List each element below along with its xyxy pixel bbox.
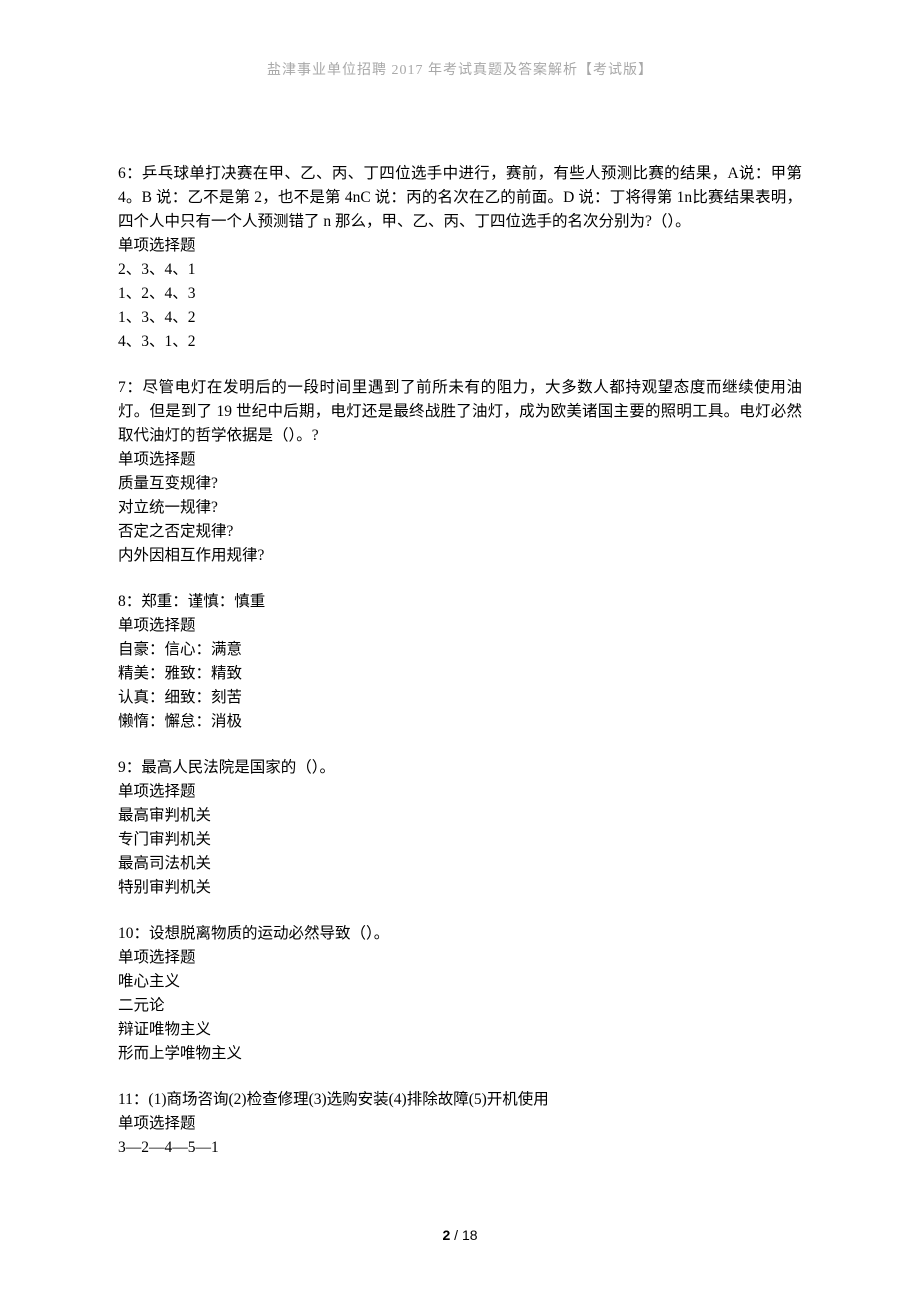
page-number-total: 18 xyxy=(462,1227,478,1243)
question-9: 9：最高人民法院是国家的（）。 单项选择题 最高审判机关 专门审判机关 最高司法… xyxy=(118,756,802,900)
question-option: 认真：细致：刻苦 xyxy=(118,686,802,710)
question-option: 否定之否定规律? xyxy=(118,520,802,544)
question-type: 单项选择题 xyxy=(118,946,802,970)
question-option: 最高审判机关 xyxy=(118,804,802,828)
question-type: 单项选择题 xyxy=(118,234,802,258)
question-option: 形而上学唯物主义 xyxy=(118,1042,802,1066)
question-type: 单项选择题 xyxy=(118,780,802,804)
question-option: 专门审判机关 xyxy=(118,828,802,852)
question-option: 二元论 xyxy=(118,994,802,1018)
question-option: 精美：雅致：精致 xyxy=(118,662,802,686)
question-stem: 10：设想脱离物质的运动必然导致（）。 xyxy=(118,922,802,946)
page-header: 盐津事业单位招聘 2017 年考试真题及答案解析【考试版】 xyxy=(118,60,802,82)
question-stem: 9：最高人民法院是国家的（）。 xyxy=(118,756,802,780)
question-option: 内外因相互作用规律? xyxy=(118,544,802,568)
question-type: 单项选择题 xyxy=(118,614,802,638)
page-footer: 2 / 18 xyxy=(0,1225,920,1247)
question-6: 6：乒乓球单打决赛在甲、乙、丙、丁四位选手中进行，赛前，有些人预测比赛的结果，A… xyxy=(118,162,802,354)
page-number-current: 2 xyxy=(442,1227,450,1243)
page: 盐津事业单位招聘 2017 年考试真题及答案解析【考试版】 6：乒乓球单打决赛在… xyxy=(0,0,920,1302)
question-option: 特别审判机关 xyxy=(118,876,802,900)
question-10: 10：设想脱离物质的运动必然导致（）。 单项选择题 唯心主义 二元论 辩证唯物主… xyxy=(118,922,802,1066)
question-option: 1、2、4、3 xyxy=(118,282,802,306)
question-type: 单项选择题 xyxy=(118,1112,802,1136)
question-stem: 7：尽管电灯在发明后的一段时间里遇到了前所未有的阻力，大多数人都持观望态度而继续… xyxy=(118,376,802,448)
question-type: 单项选择题 xyxy=(118,448,802,472)
question-option: 对立统一规律? xyxy=(118,496,802,520)
question-11: 11：(1)商场咨询(2)检查修理(3)选购安装(4)排除故障(5)开机使用 单… xyxy=(118,1088,802,1160)
question-option: 唯心主义 xyxy=(118,970,802,994)
question-option: 2、3、4、1 xyxy=(118,258,802,282)
question-7: 7：尽管电灯在发明后的一段时间里遇到了前所未有的阻力，大多数人都持观望态度而继续… xyxy=(118,376,802,568)
question-stem: 8：郑重：谨慎：慎重 xyxy=(118,590,802,614)
question-stem: 6：乒乓球单打决赛在甲、乙、丙、丁四位选手中进行，赛前，有些人预测比赛的结果，A… xyxy=(118,162,802,234)
question-option: 3—2—4—5—1 xyxy=(118,1136,802,1160)
question-option: 4、3、1、2 xyxy=(118,330,802,354)
question-option: 最高司法机关 xyxy=(118,852,802,876)
question-option: 自豪：信心：满意 xyxy=(118,638,802,662)
question-8: 8：郑重：谨慎：慎重 单项选择题 自豪：信心：满意 精美：雅致：精致 认真：细致… xyxy=(118,590,802,734)
question-stem: 11：(1)商场咨询(2)检查修理(3)选购安装(4)排除故障(5)开机使用 xyxy=(118,1088,802,1112)
question-option: 1、3、4、2 xyxy=(118,306,802,330)
question-option: 质量互变规律? xyxy=(118,472,802,496)
question-option: 辩证唯物主义 xyxy=(118,1018,802,1042)
question-option: 懒惰：懈怠：消极 xyxy=(118,710,802,734)
